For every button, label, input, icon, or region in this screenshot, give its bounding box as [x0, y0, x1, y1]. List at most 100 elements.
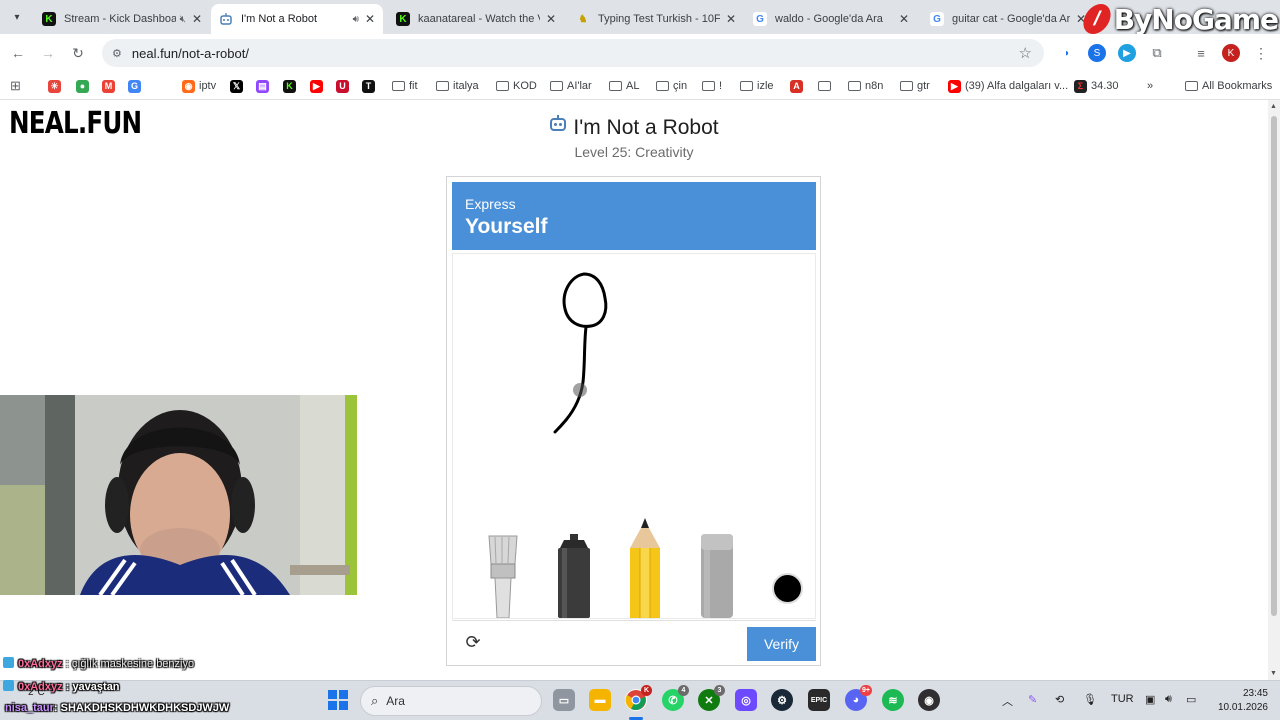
chat-separator: : [65, 658, 69, 670]
search-placeholder: Ara [386, 694, 405, 708]
bookmark-twitch-icon[interactable]: ▤ [256, 77, 269, 95]
tab-waldo[interactable]: G waldo - Google'da Ara ✕ [745, 4, 917, 34]
tray-mic-icon[interactable]: 🎙︎ [1083, 693, 1097, 706]
file-explorer-icon[interactable]: ▬ [589, 689, 611, 711]
bookmark-gmail-icon[interactable]: M [102, 77, 115, 95]
bookmark-maps-icon[interactable]: ● [76, 77, 89, 95]
chrome-icon[interactable]: K [625, 685, 652, 711]
tab-typing-test[interactable]: ♞ Typing Test Turkish - 10Fa ✕ [568, 4, 744, 34]
bookmark-folder-blank[interactable] [818, 77, 831, 95]
muted-icon[interactable]: 🔇︎ [180, 14, 186, 25]
bookmark-kick-icon[interactable]: K [283, 77, 296, 95]
chat-username: nisa_taur [5, 702, 54, 714]
tab-kick-dashboard[interactable]: K Stream - Kick Dashboa 🔇︎ ✕ [34, 4, 210, 34]
system-clock[interactable]: 23:45 10.01.2026 [1218, 687, 1268, 715]
all-bookmarks-button[interactable]: All Bookmarks [1185, 77, 1272, 95]
close-icon[interactable]: ✕ [365, 12, 375, 26]
bookmark-x-icon[interactable]: 𝕏 [230, 77, 243, 95]
bookmark-folder-fit[interactable]: fit [392, 77, 418, 95]
pencil-icon[interactable] [628, 518, 662, 618]
folder-icon [900, 81, 913, 91]
close-icon[interactable]: ✕ [546, 12, 556, 26]
chat-username: 0xAdxyz [18, 658, 63, 670]
bookmark-folder-kod[interactable]: KOD [496, 77, 537, 95]
bookmark-translate-icon[interactable]: G [128, 77, 141, 95]
bookmark-pinwheel-icon[interactable]: ✳ [48, 77, 61, 95]
bookmark-label: izle [757, 80, 774, 92]
tray-pen-icon[interactable]: ✎ [1028, 693, 1037, 706]
obs-icon[interactable]: ◉ [918, 689, 940, 711]
bookmark-pdf-icon[interactable]: A [790, 77, 803, 95]
proton-icon[interactable]: ◎ [735, 689, 757, 711]
extensions-puzzle-icon[interactable]: ⧉ [1148, 44, 1166, 62]
refresh-icon[interactable]: ⟳ [462, 631, 484, 653]
folder-icon [550, 81, 563, 91]
tab-kaanatareal[interactable]: K kaanatareal - Watch the V ✕ [388, 4, 564, 34]
bookmark-folder-italya[interactable]: italya [436, 77, 479, 95]
taskbar-search[interactable]: ⌕ Ara [360, 686, 542, 716]
tab-title: guitar cat - Google'da Ara [952, 13, 1070, 25]
tray-overflow-icon[interactable]: ︿ [1002, 693, 1013, 709]
kick-icon: K [42, 12, 56, 26]
close-icon[interactable]: ✕ [192, 12, 202, 26]
tab-search-icon[interactable]: ▾ [6, 6, 28, 28]
verify-button[interactable]: Verify [747, 627, 816, 661]
bookmark-folder-gtr[interactable]: gtr [900, 77, 930, 95]
bookmark-folder-al[interactable]: AL [609, 77, 639, 95]
close-icon[interactable]: ✕ [899, 12, 909, 26]
whatsapp-icon[interactable]: ✆ 4 [662, 685, 689, 711]
steam-icon[interactable]: ⚙ [771, 689, 793, 711]
brush-icon[interactable] [485, 534, 521, 618]
page-scrollbar[interactable]: ▲ ▼ [1268, 100, 1280, 680]
site-info-icon[interactable]: ⚙ [112, 47, 122, 60]
epic-games-icon[interactable]: EPIC [808, 689, 830, 711]
battery-icon[interactable]: ▭ [1186, 693, 1196, 706]
color-swatch[interactable] [772, 573, 803, 604]
bookmark-label: 34.30 [1091, 80, 1119, 92]
profile-avatar[interactable]: K [1222, 44, 1240, 62]
tray-sync-icon[interactable]: ⟲ [1055, 693, 1064, 706]
menu-kebab-icon[interactable]: ⋮ [1252, 44, 1270, 62]
spray-can-icon[interactable] [556, 534, 592, 618]
bookmarks-overflow-button[interactable]: » [1147, 77, 1153, 95]
bookmark-shield-icon[interactable]: U [336, 77, 349, 95]
spotify-icon[interactable]: ≋ [882, 689, 904, 711]
extension-wave-icon[interactable]: ◗ [1058, 44, 1076, 62]
bookmark-folder-izle[interactable]: izle [740, 77, 774, 95]
bookmark-youtube-icon[interactable]: ▶ [310, 77, 323, 95]
scroll-down-icon[interactable]: ▼ [1270, 670, 1277, 677]
xbox-icon[interactable]: ✕ 3 [698, 685, 725, 711]
apps-grid-icon[interactable]: ⊞ [10, 77, 21, 95]
audio-playing-icon[interactable]: 🔊︎ [353, 14, 359, 25]
volume-icon[interactable]: 🔊︎ [1165, 693, 1172, 706]
extension-play-icon[interactable]: ▶ [1118, 44, 1136, 62]
reload-icon[interactable]: ↻ [68, 43, 88, 63]
scroll-up-icon[interactable]: ▲ [1270, 103, 1277, 110]
bookmark-folder-cin[interactable]: çin [656, 77, 687, 95]
reading-list-icon[interactable]: ≡ [1192, 44, 1210, 62]
close-icon[interactable]: ✕ [726, 12, 736, 26]
drawing-canvas[interactable] [452, 253, 816, 619]
windows-start-icon[interactable] [328, 690, 348, 710]
language-indicator[interactable]: TUR [1111, 693, 1134, 705]
captcha-prompt-header: Express Yourself [452, 182, 816, 250]
address-bar[interactable]: ⚙ neal.fun/not-a-robot/ ☆ [102, 39, 1044, 67]
bookmark-tv-icon[interactable]: T [362, 77, 375, 95]
task-view-icon[interactable]: ▭ [553, 689, 575, 711]
tab-not-a-robot[interactable]: I'm Not a Robot 🔊︎ ✕ [211, 4, 383, 34]
scrollbar-thumb[interactable] [1271, 116, 1277, 616]
bookmark-3430[interactable]: Σ 34.30 [1074, 77, 1119, 95]
bookmark-iptv[interactable]: ◉ iptv [182, 77, 216, 95]
bookmark-folder-ailar[interactable]: AI'lar [550, 77, 592, 95]
bookmark-alfa-dalgalari[interactable]: ▶ (39) Alfa dalgaları v... [948, 77, 1068, 95]
discord-icon[interactable]: ◕ 9+ [845, 685, 872, 711]
tab-guitar-cat[interactable]: G guitar cat - Google'da Ara ✕ [922, 4, 1094, 34]
network-icon[interactable]: ▣ [1145, 693, 1155, 706]
extension-shazam-icon[interactable]: S [1088, 44, 1106, 62]
bookmark-star-icon[interactable]: ☆ [1019, 44, 1032, 62]
bookmark-folder-n8n[interactable]: n8n [848, 77, 883, 95]
back-icon[interactable]: ← [8, 43, 28, 63]
eraser-icon[interactable] [699, 534, 735, 618]
bookmark-folder-bang[interactable]: ! [702, 77, 722, 95]
forward-icon[interactable]: → [38, 43, 58, 63]
